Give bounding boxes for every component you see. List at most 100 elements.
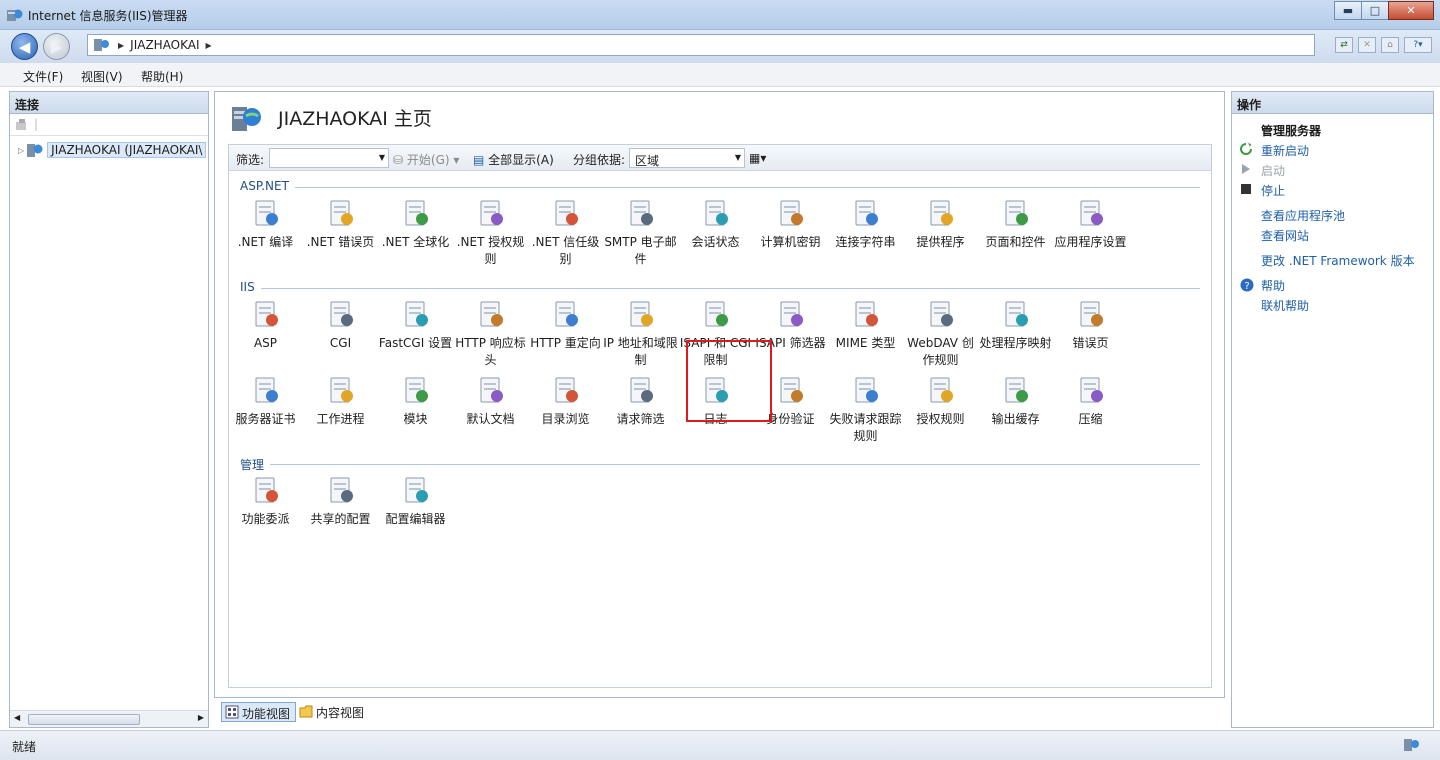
feature-item[interactable]: 提供程序: [903, 197, 978, 251]
connect-icon[interactable]: [14, 116, 30, 132]
tab-content-view[interactable]: 内容视图: [296, 702, 369, 722]
view-mode-icon[interactable]: ▦▾: [749, 151, 766, 165]
group-by-select[interactable]: 区域 ▼: [629, 148, 745, 168]
feature-item[interactable]: 功能委派: [228, 474, 303, 528]
feature-label: .NET 信任级别: [531, 235, 600, 266]
feature-icon: [405, 200, 428, 226]
actions-header: 操作: [1232, 92, 1433, 114]
feature-item[interactable]: 模块: [378, 374, 453, 428]
feature-icon: [1080, 200, 1103, 226]
feature-item[interactable]: 计算机密钥: [753, 197, 828, 251]
expand-icon[interactable]: ▷: [18, 146, 24, 155]
feature-item[interactable]: SMTP 电子邮件: [603, 197, 678, 268]
feature-item[interactable]: 默认文档: [453, 374, 528, 428]
iis-app-icon: [7, 9, 23, 21]
feature-item[interactable]: 授权规则: [903, 374, 978, 428]
forward-button[interactable]: ▶: [43, 33, 70, 60]
feature-item[interactable]: .NET 错误页: [303, 197, 378, 251]
feature-label: 压缩: [1078, 412, 1103, 426]
feature-item[interactable]: .NET 全球化: [378, 197, 453, 251]
feature-item[interactable]: 工作进程: [303, 374, 378, 428]
feature-label: 计算机密钥: [760, 235, 821, 249]
feature-icon: [780, 200, 803, 226]
feature-item[interactable]: 处理程序映射: [978, 298, 1053, 352]
minimize-button[interactable]: ▬: [1334, 1, 1362, 20]
restart-action[interactable]: 重新启动: [1261, 142, 1309, 159]
feature-item[interactable]: MIME 类型: [828, 298, 903, 352]
change-framework-link[interactable]: 更改 .NET Framework 版本: [1261, 252, 1415, 269]
features-pane: JIAZHAOKAI 主页 筛选: ▼ ⛁ 开始(G) ▾ ▤ 全部显示(A) …: [214, 91, 1225, 698]
feature-item[interactable]: FastCGI 设置: [378, 298, 453, 352]
home-icon[interactable]: ⌂: [1381, 37, 1399, 53]
feature-icon: [930, 377, 953, 403]
feature-item[interactable]: 错误页: [1053, 298, 1128, 352]
scroll-right-icon[interactable]: ▶: [198, 713, 204, 722]
feature-label: FastCGI 设置: [378, 336, 453, 350]
feature-label: CGI: [329, 336, 352, 350]
breadcrumb[interactable]: ▶ JIAZHAOKAI ▶: [87, 34, 1315, 56]
online-help-link[interactable]: 联机帮助: [1261, 297, 1309, 314]
feature-label: 共享的配置: [310, 512, 371, 526]
connections-toolbar: |: [10, 114, 208, 136]
view-sites-link[interactable]: 查看网站: [1261, 227, 1309, 244]
help-link[interactable]: 帮助: [1261, 277, 1285, 294]
tab-features-view[interactable]: 功能视图: [221, 702, 297, 722]
feature-item[interactable]: .NET 授权规则: [453, 197, 528, 268]
feature-item[interactable]: CGI: [303, 298, 378, 352]
start-action[interactable]: 启动: [1261, 162, 1285, 179]
feature-item[interactable]: HTTP 重定向: [528, 298, 603, 352]
feature-item[interactable]: 失败请求跟踪规则: [828, 374, 903, 445]
feature-icon: [705, 200, 728, 226]
feature-item[interactable]: HTTP 响应标头: [453, 298, 528, 369]
show-all-button[interactable]: ▤ 全部显示(A): [473, 151, 554, 168]
help-icon[interactable]: ?▾: [1404, 37, 1432, 53]
horizontal-scrollbar[interactable]: ◀ ▶: [10, 710, 208, 727]
feature-item[interactable]: 页面和控件: [978, 197, 1053, 251]
feature-item[interactable]: 共享的配置: [303, 474, 378, 528]
feature-icon: [855, 200, 878, 226]
filter-input[interactable]: ▼: [269, 148, 389, 168]
feature-item[interactable]: IP 地址和域限制: [603, 298, 678, 369]
feature-item[interactable]: .NET 编译: [228, 197, 303, 251]
feature-label: HTTP 响应标头: [455, 336, 526, 367]
feature-item[interactable]: 目录浏览: [528, 374, 603, 428]
breadcrumb-item[interactable]: JIAZHAOKAI: [130, 38, 199, 52]
stop-icon[interactable]: ✕: [1358, 37, 1376, 53]
scrollbar-thumb[interactable]: [28, 714, 140, 725]
menu-view[interactable]: 视图(V): [81, 68, 123, 85]
group-label: 管理: [240, 456, 271, 473]
feature-label: 应用程序设置: [1054, 235, 1127, 249]
menu-file[interactable]: 文件(F): [23, 68, 63, 85]
scroll-left-icon[interactable]: ◀: [14, 713, 20, 722]
feature-item[interactable]: .NET 信任级别: [528, 197, 603, 268]
title-bar: Internet 信息服务(IIS)管理器 ▬ □ ✕: [0, 0, 1440, 30]
feature-item[interactable]: 服务器证书: [228, 374, 303, 428]
menu-help[interactable]: 帮助(H): [141, 68, 183, 85]
feature-icon: [330, 377, 353, 403]
back-button[interactable]: ◀: [11, 33, 38, 60]
feature-item[interactable]: WebDAV 创作规则: [903, 298, 978, 369]
feature-item[interactable]: 压缩: [1053, 374, 1128, 428]
stop-action[interactable]: 停止: [1261, 182, 1285, 199]
feature-item[interactable]: 配置编辑器: [378, 474, 453, 528]
go-button[interactable]: ⛁ 开始(G) ▾: [393, 151, 459, 168]
feature-icon: [1005, 301, 1028, 327]
feature-item[interactable]: 连接字符串: [828, 197, 903, 251]
maximize-button[interactable]: □: [1361, 1, 1389, 20]
refresh-icon[interactable]: ⇄: [1335, 37, 1353, 53]
feature-item[interactable]: 输出缓存: [978, 374, 1053, 428]
close-button[interactable]: ✕: [1388, 1, 1434, 20]
status-text: 就绪: [12, 740, 37, 754]
feature-icon: [405, 301, 428, 327]
feature-label: .NET 错误页: [306, 235, 375, 249]
feature-item[interactable]: 应用程序设置: [1053, 197, 1128, 251]
feature-label: IP 地址和域限制: [603, 336, 678, 367]
feature-item[interactable]: ASP: [228, 298, 303, 352]
feature-item[interactable]: 请求筛选: [603, 374, 678, 428]
view-app-pools-link[interactable]: 查看应用程序池: [1261, 207, 1345, 224]
restart-icon: [1240, 143, 1252, 155]
feature-icon: [780, 377, 803, 403]
feature-label: SMTP 电子邮件: [604, 235, 677, 266]
feature-item[interactable]: 会话状态: [678, 197, 753, 251]
tree-item-server[interactable]: ▷ JIAZHAOKAI (JIAZHAOKAI\: [18, 141, 208, 159]
